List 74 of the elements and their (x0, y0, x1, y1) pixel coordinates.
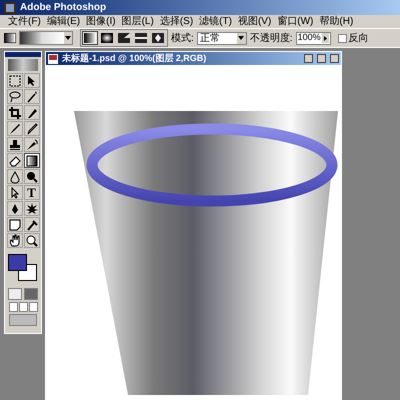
move-tool-button[interactable] (24, 73, 40, 88)
brush-tool-button[interactable] (6, 121, 22, 136)
reflected-gradient-button[interactable] (133, 31, 149, 45)
blur-icon (8, 170, 22, 184)
type-tool-button[interactable]: T (24, 185, 40, 200)
menu-item[interactable]: 帮助(H) (319, 14, 354, 29)
pencil-icon (24, 122, 38, 136)
menu-item[interactable]: 滤镜(T) (199, 14, 232, 29)
stamp-tool-button[interactable] (6, 137, 22, 152)
menu-item[interactable]: 窗口(W) (277, 14, 314, 29)
wand-tool-button[interactable] (24, 89, 40, 104)
radial-gradient-icon (100, 32, 114, 44)
gradient-icon (24, 154, 38, 168)
menu-item[interactable]: 图层(L) (122, 14, 154, 29)
gradient-tool-button[interactable] (24, 153, 40, 168)
diamond-gradient-button[interactable] (150, 31, 166, 45)
minimize-button[interactable] (304, 54, 313, 63)
stamp-icon (8, 138, 22, 152)
close-button[interactable] (330, 54, 339, 63)
reflected-gradient-icon (134, 32, 148, 44)
menu-item[interactable]: 视图(V) (238, 14, 272, 29)
diamond-gradient-icon (151, 32, 165, 44)
logo-image (8, 59, 38, 71)
reverse-checkbox[interactable] (338, 34, 347, 42)
gradient-tool-icon (4, 33, 16, 43)
reverse-label: 反向 (348, 32, 369, 46)
window-title: Adobe Photoshop (20, 1, 106, 15)
arrow-icon (322, 33, 329, 43)
pencil-tool-button[interactable] (24, 121, 40, 136)
angle-gradient-button[interactable] (116, 31, 132, 45)
crop-tool-button[interactable] (6, 105, 22, 120)
linear-gradient-button[interactable] (82, 31, 98, 45)
menu-item[interactable]: 选择(S) (160, 14, 194, 29)
mode-dropdown[interactable]: 正常 (196, 32, 247, 44)
radial-gradient-button[interactable] (99, 31, 115, 45)
mode-value: 正常 (200, 32, 220, 46)
slice-tool-button[interactable] (24, 105, 40, 120)
brush-icon (8, 122, 22, 136)
toolbox-header (5, 52, 41, 57)
zoom-icon (24, 234, 38, 248)
marquee-icon (8, 74, 22, 88)
mode-label: 模式: (171, 32, 194, 46)
linear-gradient-icon (83, 32, 97, 44)
crop-icon (8, 106, 22, 120)
notes-icon (8, 218, 22, 232)
notes-tool-button[interactable] (6, 217, 22, 232)
color-swatches-drawing[interactable] (8, 254, 38, 282)
gradient-picker[interactable] (19, 31, 73, 45)
shape-icon (24, 202, 38, 216)
marquee-tool-button[interactable] (6, 73, 22, 88)
path-tool-button[interactable] (6, 185, 22, 200)
angle-gradient-icon (117, 32, 131, 44)
opacity-value: 100% (298, 31, 321, 44)
menu-item[interactable]: 编辑(E) (46, 14, 80, 29)
shape-tool-button[interactable] (24, 201, 40, 216)
opacity-field[interactable]: 100% (296, 32, 331, 44)
app-icon (4, 2, 16, 14)
wand-icon (24, 90, 38, 104)
hand-icon (8, 234, 22, 248)
hand-tool-button[interactable] (6, 233, 22, 248)
dropdown-icon (64, 32, 72, 44)
opacity-label: 不透明度: (250, 32, 293, 46)
lasso-tool-button[interactable] (6, 89, 22, 104)
lasso-icon (8, 90, 22, 104)
standard-mode-icon[interactable] (8, 288, 22, 300)
zoom-tool-button[interactable] (24, 233, 40, 248)
eraser-icon (8, 154, 22, 168)
maximize-button[interactable] (317, 54, 326, 63)
menu-item[interactable]: 文件(F) (8, 14, 41, 29)
menu-item[interactable]: 图像(I) (86, 14, 116, 29)
blur-tool-button[interactable] (6, 169, 22, 184)
dropdown-icon (236, 32, 246, 44)
document-title: 未标题-1.psd @ 100%(图层 2,RGB) (62, 52, 208, 65)
eraser-tool-button[interactable] (6, 153, 22, 168)
